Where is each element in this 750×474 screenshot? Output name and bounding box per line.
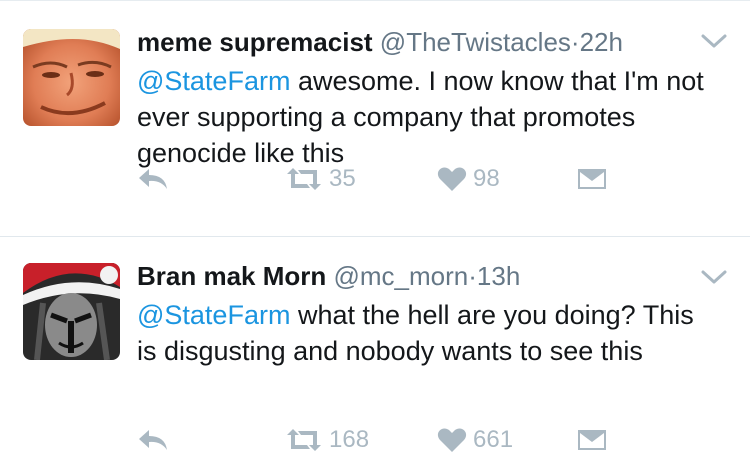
avatar-image: [23, 29, 120, 126]
retweet-count: 35: [329, 165, 356, 192]
avatar-image: [23, 263, 120, 360]
tweet-header: Bran mak Morn @mc_morn·13h: [137, 261, 710, 291]
mention-link[interactable]: @StateFarm: [137, 300, 290, 330]
tweet[interactable]: meme supremacist @TheTwistacles·22h @Sta…: [0, 0, 750, 237]
like-button[interactable]: 661: [437, 420, 513, 460]
retweet-button[interactable]: 168: [285, 420, 369, 460]
retweet-icon: [287, 429, 321, 451]
envelope-icon: [578, 430, 606, 450]
direct-message-button[interactable]: [577, 420, 607, 460]
reply-button[interactable]: [137, 159, 169, 199]
tweet-header: meme supremacist @TheTwistacles·22h: [137, 27, 710, 57]
display-name[interactable]: meme supremacist: [137, 27, 373, 57]
tweet-text: @StateFarm awesome. I now know that I'm …: [137, 63, 710, 171]
tweet-actions: 35 98: [137, 159, 750, 199]
username[interactable]: @mc_morn: [334, 261, 469, 291]
retweet-button[interactable]: 35: [285, 159, 356, 199]
separator: ·: [570, 27, 580, 57]
timestamp[interactable]: 13h: [477, 261, 520, 291]
username[interactable]: @TheTwistacles: [380, 27, 571, 57]
tweet-text: @StateFarm what the hell are you doing? …: [137, 297, 710, 369]
heart-icon: [437, 167, 467, 191]
reply-icon: [139, 169, 167, 189]
tweet[interactable]: Bran mak Morn @mc_morn·13h @StateFarm wh…: [0, 237, 750, 474]
avatar[interactable]: [23, 263, 120, 360]
reply-button[interactable]: [137, 420, 169, 460]
avatar[interactable]: [23, 29, 120, 126]
like-count: 661: [473, 426, 514, 453]
display-name[interactable]: Bran mak Morn: [137, 261, 326, 291]
chevron-down-icon[interactable]: [700, 33, 728, 51]
direct-message-button[interactable]: [577, 159, 607, 199]
retweet-icon: [287, 168, 321, 190]
chevron-down-icon[interactable]: [700, 269, 728, 287]
envelope-icon: [578, 169, 606, 189]
timestamp[interactable]: 22h: [580, 27, 623, 57]
like-button[interactable]: 98: [437, 159, 500, 199]
tweet-actions: 168 661: [137, 420, 750, 460]
mention-link[interactable]: @StateFarm: [137, 66, 290, 96]
heart-icon: [437, 428, 467, 452]
separator: ·: [468, 261, 477, 291]
like-count: 98: [473, 165, 500, 192]
retweet-count: 168: [329, 426, 370, 453]
reply-icon: [139, 430, 167, 450]
